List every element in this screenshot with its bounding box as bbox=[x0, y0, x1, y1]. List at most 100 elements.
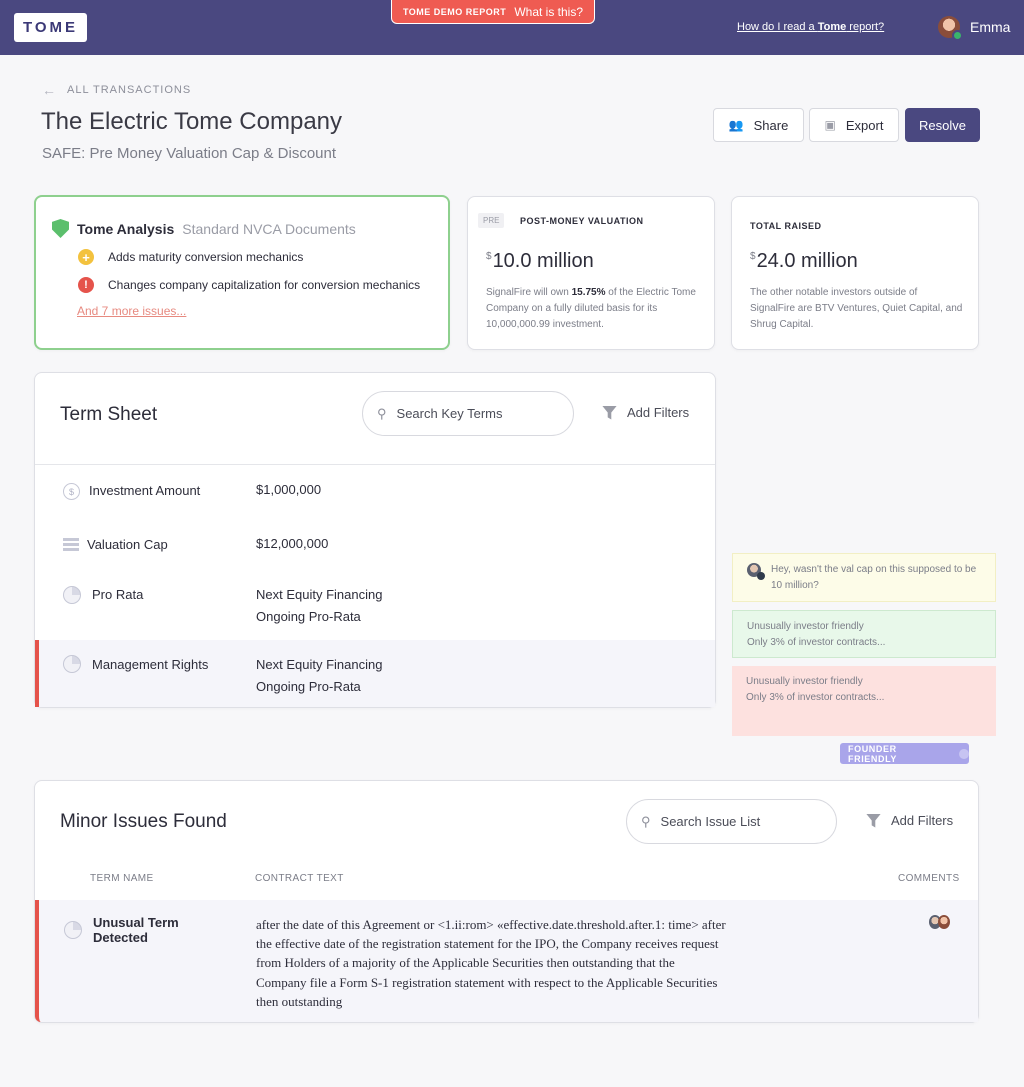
demo-report-tab[interactable]: TOME DEMO REPORT What is this? bbox=[391, 0, 595, 24]
user-name: Emma bbox=[970, 19, 1011, 35]
table-row[interactable]: Pro Rata Next Equity Financing Ongoing Pr… bbox=[35, 585, 715, 635]
column-header-contract-text[interactable]: CONTRACT TEXT bbox=[255, 873, 344, 884]
pie-chart-icon bbox=[63, 655, 81, 673]
metric-label: POST-MONEY VALUATION bbox=[520, 216, 644, 226]
metric-value-text: 24.0 million bbox=[756, 250, 858, 272]
term-sheet-title: Term Sheet bbox=[60, 404, 158, 425]
add-filters-button[interactable]: Add Filters bbox=[866, 813, 953, 828]
search-issue-list-input[interactable]: ⚲ Search Issue List bbox=[626, 799, 837, 844]
help-suffix: report? bbox=[846, 21, 885, 33]
add-filters-button[interactable]: Add Filters bbox=[602, 405, 689, 420]
help-prefix: How do I read a bbox=[737, 21, 818, 33]
export-icon: ▣ bbox=[824, 118, 836, 132]
export-button[interactable]: ▣ Export bbox=[809, 108, 899, 142]
share-label: Share bbox=[753, 117, 789, 133]
analysis-subtitle: Standard NVCA Documents bbox=[182, 220, 356, 237]
currency-symbol: $ bbox=[750, 251, 756, 263]
column-header-term-name[interactable]: TERM NAME bbox=[90, 873, 154, 884]
pie-chart-icon bbox=[64, 921, 82, 939]
metric-value: $24.0 million bbox=[750, 250, 858, 273]
search-icon: ⚲ bbox=[377, 405, 387, 421]
term-value-line: Next Equity Financing bbox=[256, 587, 383, 602]
divider bbox=[35, 464, 715, 465]
filter-icon bbox=[602, 405, 617, 420]
founder-friendly-badge[interactable]: FOUNDER FRIENDLY bbox=[840, 743, 969, 764]
metric-label: TOTAL RAISED bbox=[750, 221, 822, 231]
search-icon: ⚲ bbox=[641, 813, 651, 829]
dollar-coin-icon: $ bbox=[63, 483, 80, 500]
analysis-issue: ! Changes company capitalization for con… bbox=[78, 277, 420, 293]
add-filters-label: Add Filters bbox=[891, 813, 954, 828]
post-money-valuation-card: PRE POST-MONEY VALUATION $10.0 million S… bbox=[467, 196, 715, 350]
term-value: $1,000,000 bbox=[256, 482, 322, 497]
plus-circle-icon: + bbox=[78, 249, 94, 265]
add-filters-label: Add Filters bbox=[627, 405, 690, 420]
avatar bbox=[747, 563, 765, 580]
filter-icon bbox=[866, 813, 881, 828]
comment-text: Unusually investor friendly Only 3% of i… bbox=[747, 621, 886, 648]
what-is-this-link[interactable]: What is this? bbox=[514, 5, 583, 19]
comment-avatars[interactable] bbox=[929, 915, 950, 929]
column-header-comments[interactable]: COMMENTS bbox=[898, 873, 960, 884]
minor-issues-title: Minor Issues Found bbox=[60, 811, 227, 832]
tome-analysis-card: Tome Analysis Standard NVCA Documents + … bbox=[34, 195, 450, 350]
total-raised-card: TOTAL RAISED $24.0 million The other not… bbox=[731, 196, 979, 350]
avatar bbox=[938, 16, 963, 41]
pre-tag[interactable]: PRE bbox=[478, 213, 505, 228]
term-value-line: Ongoing Pro-Rata bbox=[256, 679, 361, 694]
pie-chart-icon bbox=[63, 586, 81, 604]
arrow-left-icon: ← bbox=[42, 82, 57, 98]
export-label: Export bbox=[845, 117, 884, 133]
desc-text: SignalFire will own bbox=[486, 287, 572, 298]
comment-bubble[interactable]: Hey, wasn't the val cap on this supposed… bbox=[732, 553, 996, 602]
term-value: Next Equity Financing Ongoing Pro-Rata bbox=[256, 654, 382, 698]
metric-value-text: 10.0 million bbox=[492, 250, 594, 272]
resolve-button[interactable]: Resolve bbox=[905, 108, 980, 142]
info-icon[interactable] bbox=[959, 748, 969, 759]
online-status-icon bbox=[952, 30, 963, 41]
help-brand: Tome bbox=[817, 21, 847, 33]
comment-bubble[interactable]: Unusually investor friendly Only 3% of i… bbox=[732, 666, 996, 736]
analysis-header: Tome Analysis Standard NVCA Documents bbox=[52, 219, 356, 238]
term-name: Pro Rata bbox=[92, 587, 144, 602]
search-key-terms-input[interactable]: ⚲ Search Key Terms bbox=[362, 391, 574, 436]
term-value-line: Next Equity Financing bbox=[256, 657, 383, 672]
analysis-issue: + Adds maturity conversion mechanics bbox=[78, 249, 303, 265]
term-value: Next Equity Financing Ongoing Pro-Rata bbox=[256, 584, 382, 628]
comment-bubble[interactable]: Unusually investor friendly Only 3% of i… bbox=[732, 610, 996, 658]
back-to-transactions-link[interactable]: ← ALL TRANSACTIONS bbox=[42, 82, 191, 98]
term-value: $12,000,000 bbox=[256, 536, 329, 551]
issue-contract-text: after the date of this Agreement or <1.i… bbox=[256, 917, 726, 1009]
shield-check-icon bbox=[52, 219, 69, 238]
analysis-title: Tome Analysis bbox=[77, 220, 175, 237]
ownership-percent: 15.75% bbox=[571, 287, 606, 298]
page-title: The Electric Tome Company bbox=[41, 108, 343, 135]
help-link[interactable]: How do I read a Tome report? bbox=[737, 21, 884, 33]
currency-symbol: $ bbox=[486, 251, 492, 263]
table-row[interactable]: $ Investment Amount $1,000,000 bbox=[35, 481, 715, 521]
term-name: Valuation Cap bbox=[87, 537, 168, 552]
comment-text: Unusually investor friendly Only 3% of i… bbox=[746, 676, 885, 703]
term-name: Management Rights bbox=[92, 657, 209, 672]
tome-logo[interactable]: TOME bbox=[14, 13, 87, 42]
term-name: Investment Amount bbox=[89, 483, 201, 498]
metric-description: SignalFire will own 15.75% of the Electr… bbox=[486, 285, 700, 333]
top-bar: TOME TOME DEMO REPORT What is this? How … bbox=[0, 0, 1024, 55]
issue-term-name: Unusual Term Detected bbox=[93, 915, 179, 945]
analysis-issue-text: Adds maturity conversion mechanics bbox=[108, 250, 304, 264]
users-icon: 👥 bbox=[728, 118, 744, 132]
term-value-line: Ongoing Pro-Rata bbox=[256, 609, 361, 624]
analysis-issue-text: Changes company capitalization for conve… bbox=[108, 278, 421, 292]
table-row[interactable]: Valuation Cap $12,000,000 bbox=[35, 535, 715, 575]
table-row-highlighted[interactable]: Management Rights Next Equity Financing O… bbox=[35, 640, 715, 707]
metric-description: The other notable investors outside of S… bbox=[750, 287, 963, 330]
user-menu[interactable]: Emma bbox=[938, 16, 1011, 41]
table-row[interactable]: Unusual Term Detected after the date of … bbox=[35, 900, 978, 1022]
demo-report-label: TOME DEMO REPORT bbox=[402, 6, 507, 17]
search-placeholder: Search Issue List bbox=[660, 814, 761, 829]
page-subtitle: SAFE: Pre Money Valuation Cap & Discount bbox=[42, 145, 337, 162]
comment-text: Hey, wasn't the val cap on this supposed… bbox=[771, 564, 977, 591]
share-button[interactable]: 👥 Share bbox=[713, 108, 804, 142]
bars-icon bbox=[63, 538, 79, 552]
more-issues-link[interactable]: And 7 more issues... bbox=[77, 304, 186, 318]
